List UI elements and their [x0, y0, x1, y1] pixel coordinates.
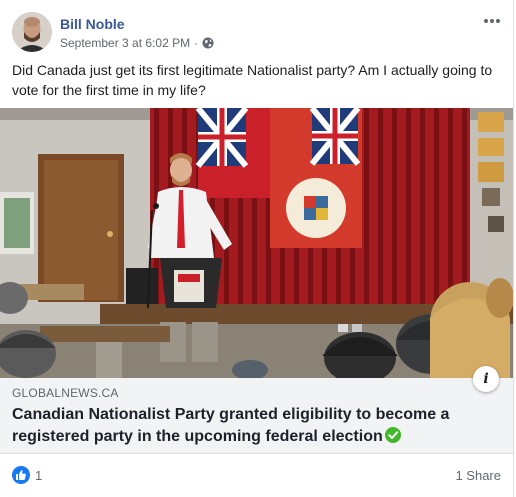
post-meta: September 3 at 6:02 PM · — [60, 36, 214, 50]
more-dot — [484, 19, 488, 23]
like-thumb-glyph — [16, 470, 26, 480]
link-headline[interactable]: Canadian Nationalist Party granted eligi… — [12, 404, 482, 448]
verified-check-icon — [384, 427, 401, 443]
facebook-post: Bill Noble September 3 at 6:02 PM · Did … — [0, 0, 514, 497]
globe-icon[interactable] — [202, 37, 214, 49]
more-options-button[interactable] — [480, 12, 504, 30]
more-dot — [496, 19, 500, 23]
share-count[interactable]: 1 Share — [455, 468, 501, 483]
meta-separator: · — [194, 36, 199, 50]
link-preview-caption[interactable]: i GLOBALNEWS.CA Canadian Nationalist Par… — [0, 366, 513, 454]
reaction-count[interactable]: 1 — [35, 468, 42, 483]
like-thumb-icon[interactable] — [12, 466, 30, 484]
author-name[interactable]: Bill Noble — [60, 16, 125, 32]
post-timestamp[interactable]: September 3 at 6:02 PM — [60, 36, 190, 50]
post-header: Bill Noble September 3 at 6:02 PM · — [12, 12, 504, 56]
avatar[interactable] — [12, 12, 52, 52]
link-domain: GLOBALNEWS.CA — [12, 386, 119, 400]
post-footer: 1 1 Share — [0, 462, 513, 490]
post-text: Did Canada just get its first legitimate… — [12, 62, 493, 98]
info-button[interactable]: i — [473, 366, 499, 392]
more-dot — [490, 19, 494, 23]
avatar-image — [12, 12, 52, 52]
event-photo — [0, 108, 513, 378]
link-preview-image[interactable] — [0, 108, 513, 378]
